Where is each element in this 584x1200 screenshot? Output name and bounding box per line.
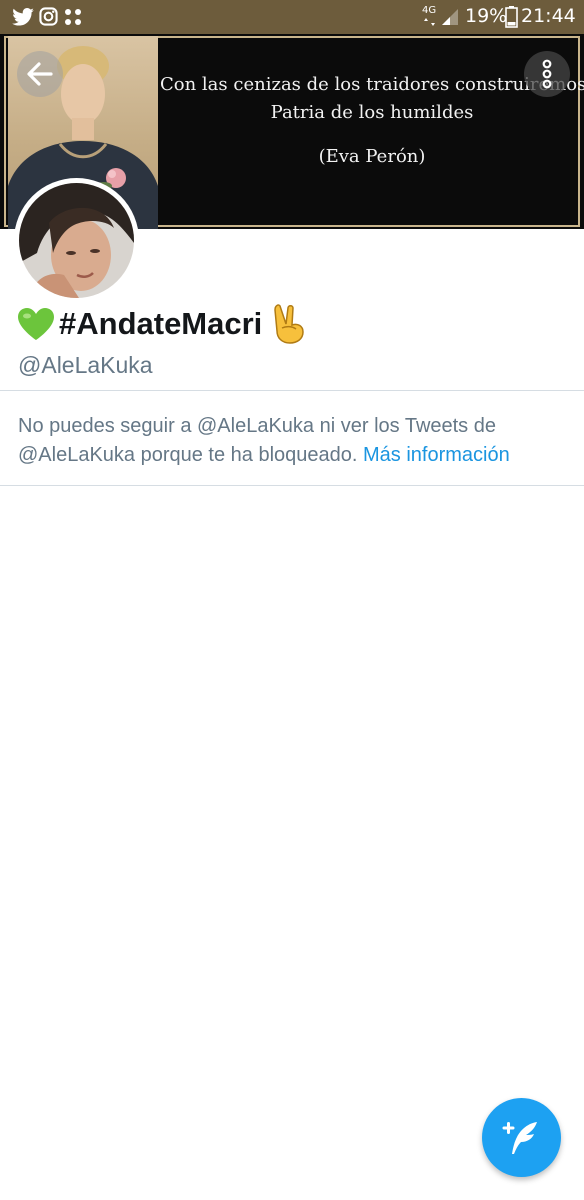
blocked-notice-line-2: @AleLaKuka porque te ha bloqueado. Más i…	[18, 441, 573, 470]
blocked-notice: No puedes seguir a @AleLaKuka ni ver los…	[18, 412, 573, 470]
clock: 21:44	[521, 5, 576, 27]
status-bar: 4G 19% 21:44	[0, 0, 584, 34]
battery-icon	[505, 6, 518, 28]
instagram-icon	[39, 7, 58, 26]
compose-feather-icon	[502, 1122, 537, 1154]
more-vertical-icon	[542, 59, 552, 89]
avatar[interactable]	[14, 178, 139, 303]
more-options-button[interactable]	[524, 51, 570, 97]
battery-percent: 19%	[465, 5, 508, 27]
blocked-notice-line-1: No puedes seguir a @AleLaKuka ni ver los…	[18, 415, 496, 437]
blocked-notice-text: @AleLaKuka porque te ha bloqueado.	[18, 444, 358, 466]
more-info-link[interactable]: Más información	[363, 444, 510, 466]
banner-quote-line-1: Con las cenizas de los traidores constru…	[160, 74, 584, 95]
compose-tweet-button[interactable]	[482, 1098, 561, 1177]
display-name-text: #AndateMacri	[59, 306, 263, 341]
banner-quote-line-2: Patria de los humildes	[270, 102, 474, 123]
divider	[0, 485, 584, 486]
network-type: 4G	[422, 5, 437, 16]
grid-dots-icon	[65, 9, 81, 25]
back-button[interactable]	[17, 51, 63, 97]
display-name: #AndateMacri	[17, 302, 308, 346]
green-heart-emoji-icon	[18, 308, 54, 340]
arrow-left-icon	[27, 62, 53, 86]
data-arrows-icon	[424, 18, 435, 26]
twitter-icon	[12, 8, 34, 26]
avatar-image	[19, 183, 134, 298]
victory-hand-emoji-icon	[274, 304, 305, 344]
profile-handle: @AleLaKuka	[18, 352, 153, 378]
banner-attribution: (Eva Perón)	[318, 146, 426, 167]
divider	[0, 390, 584, 391]
signal-icon	[442, 9, 458, 25]
